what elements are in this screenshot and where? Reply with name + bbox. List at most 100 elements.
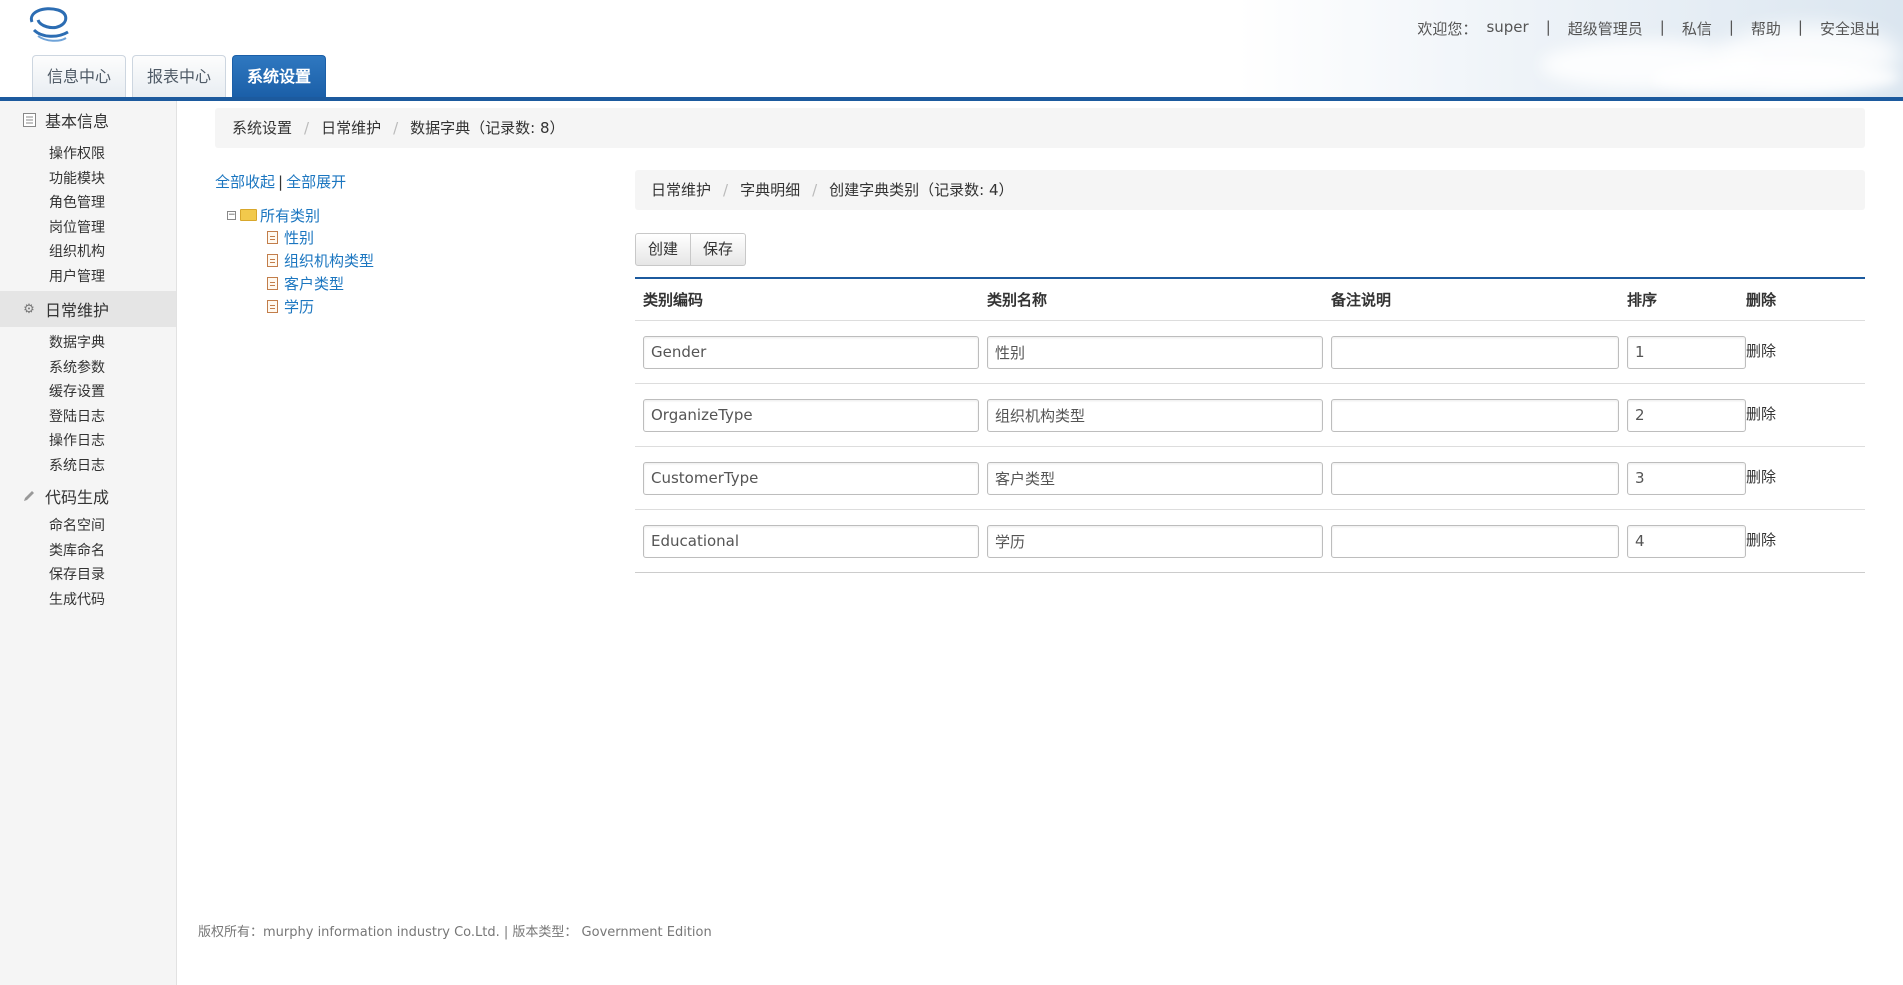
sidebar-group-basic-info[interactable]: 基本信息 bbox=[0, 102, 176, 138]
separator: | bbox=[1659, 18, 1665, 36]
name-input[interactable] bbox=[987, 524, 1323, 558]
footer-copyright: 版权所有：murphy information industry Co.Ltd.… bbox=[198, 925, 712, 940]
delete-link[interactable]: 删除 bbox=[1746, 403, 1776, 424]
messages-link[interactable]: 私信 bbox=[1673, 18, 1721, 39]
sidebar-item-users[interactable]: 用户管理 bbox=[0, 265, 176, 290]
tree-node-label[interactable]: 学历 bbox=[284, 296, 314, 317]
sidebar-item-library-naming[interactable]: 类库命名 bbox=[0, 539, 176, 564]
detail-breadcrumb: 日常维护 / 字典明细 / 创建字典类别（记录数: 4） bbox=[635, 170, 1865, 210]
document-icon bbox=[267, 300, 278, 313]
column-header-remark: 备注说明 bbox=[1331, 291, 1392, 309]
logo-icon[interactable] bbox=[24, 4, 74, 46]
tab-system-settings[interactable]: 系统设置 bbox=[232, 55, 327, 97]
breadcrumb-item[interactable]: 字典明细 bbox=[740, 181, 800, 199]
sidebar: 基本信息 操作权限 功能模块 角色管理 岗位管理 组织机构 用户管理 ⚙ 日常维… bbox=[0, 101, 177, 985]
sidebar-group-label: 代码生成 bbox=[45, 488, 110, 507]
tab-report-center[interactable]: 报表中心 bbox=[132, 55, 227, 97]
order-input[interactable] bbox=[1627, 461, 1746, 495]
gear-icon: ⚙ bbox=[23, 301, 35, 317]
create-button[interactable]: 创建 bbox=[635, 233, 692, 266]
breadcrumb: 系统设置 / 日常维护 / 数据字典（记录数: 8） bbox=[215, 108, 1865, 148]
name-input[interactable] bbox=[987, 335, 1323, 369]
code-input[interactable] bbox=[643, 398, 979, 432]
sidebar-item-login-log[interactable]: 登陆日志 bbox=[0, 405, 176, 430]
main-content: 系统设置 / 日常维护 / 数据字典（记录数: 8） 全部收起 | 全部展开 − 所有类别 … bbox=[177, 101, 1903, 985]
tree-node[interactable]: 客户类型 bbox=[267, 272, 595, 295]
sidebar-item-system-log[interactable]: 系统日志 bbox=[0, 454, 176, 479]
tree-root-label[interactable]: 所有类别 bbox=[260, 205, 320, 226]
remark-input[interactable] bbox=[1331, 461, 1619, 495]
remark-input[interactable] bbox=[1331, 398, 1619, 432]
code-input[interactable] bbox=[643, 461, 979, 495]
welcome-label: 欢迎您： bbox=[1417, 20, 1478, 38]
logout-link[interactable]: 安全退出 bbox=[1811, 18, 1889, 39]
sidebar-item-save-directory[interactable]: 保存目录 bbox=[0, 563, 176, 588]
sidebar-item-cache-settings[interactable]: 缓存设置 bbox=[0, 380, 176, 405]
sidebar-item-modules[interactable]: 功能模块 bbox=[0, 167, 176, 192]
expand-all-link[interactable]: 全部展开 bbox=[286, 173, 346, 191]
code-input[interactable] bbox=[643, 335, 979, 369]
breadcrumb-item[interactable]: 系统设置 bbox=[232, 119, 292, 137]
order-input[interactable] bbox=[1627, 335, 1746, 369]
breadcrumb-current: 数据字典（记录数: 8） bbox=[410, 119, 565, 137]
sidebar-item-positions[interactable]: 岗位管理 bbox=[0, 216, 176, 241]
sidebar-group-daily-maintenance[interactable]: ⚙ 日常维护 bbox=[0, 291, 176, 327]
grid-header: 类别编码 类别名称 备注说明 排序 删除 bbox=[635, 279, 1865, 321]
sidebar-item-roles[interactable]: 角色管理 bbox=[0, 191, 176, 216]
category-tree: 全部收起 | 全部展开 − 所有类别 性别 组织机构类型 客户类型 学历 bbox=[215, 171, 595, 318]
delete-link[interactable]: 删除 bbox=[1746, 466, 1776, 487]
dictionary-grid: 类别编码 类别名称 备注说明 排序 删除 删除 删除 删除 bbox=[635, 277, 1865, 573]
sidebar-item-data-dictionary[interactable]: 数据字典 bbox=[0, 331, 176, 356]
help-link[interactable]: 帮助 bbox=[1742, 18, 1790, 39]
list-icon bbox=[22, 113, 36, 127]
column-header-name: 类别名称 bbox=[987, 291, 1048, 309]
tree-node[interactable]: 组织机构类型 bbox=[267, 249, 595, 272]
tree-node[interactable]: 性别 bbox=[267, 226, 595, 249]
sidebar-item-organizations[interactable]: 组织机构 bbox=[0, 240, 176, 265]
name-input[interactable] bbox=[987, 398, 1323, 432]
header: 欢迎您： super | 超级管理员 | 私信 | 帮助 | 安全退出 信息中心… bbox=[0, 0, 1903, 101]
breadcrumb-item[interactable]: 日常维护 bbox=[651, 181, 711, 199]
column-header-code: 类别编码 bbox=[643, 291, 704, 309]
table-row: 删除 bbox=[635, 384, 1865, 447]
username[interactable]: super bbox=[1486, 18, 1537, 39]
sidebar-item-system-params[interactable]: 系统参数 bbox=[0, 356, 176, 381]
tree-controls: 全部收起 | 全部展开 bbox=[215, 173, 347, 191]
breadcrumb-item[interactable]: 日常维护 bbox=[321, 119, 381, 137]
role-link[interactable]: 超级管理员 bbox=[1559, 18, 1652, 39]
table-row: 删除 bbox=[635, 321, 1865, 384]
folder-icon bbox=[240, 209, 257, 221]
delete-link[interactable]: 删除 bbox=[1746, 340, 1776, 361]
order-input[interactable] bbox=[1627, 398, 1746, 432]
sidebar-item-permissions[interactable]: 操作权限 bbox=[0, 142, 176, 167]
table-row: 删除 bbox=[635, 447, 1865, 510]
collapse-toggle-icon[interactable]: − bbox=[227, 210, 236, 220]
sidebar-item-generate-code[interactable]: 生成代码 bbox=[0, 588, 176, 613]
delete-link[interactable]: 删除 bbox=[1746, 529, 1776, 550]
top-nav: 欢迎您： super | 超级管理员 | 私信 | 帮助 | 安全退出 bbox=[1408, 18, 1889, 39]
tree-node-label[interactable]: 组织机构类型 bbox=[284, 250, 374, 271]
separator: | bbox=[1728, 18, 1734, 36]
tree-node-label[interactable]: 性别 bbox=[284, 227, 314, 248]
tree-root[interactable]: − 所有类别 bbox=[227, 204, 595, 226]
save-button[interactable]: 保存 bbox=[691, 233, 747, 266]
header-cloud bbox=[1650, 60, 1900, 95]
tree-node-label[interactable]: 客户类型 bbox=[284, 273, 344, 294]
toolbar: 创建 保存 bbox=[635, 233, 747, 266]
separator: | bbox=[1797, 18, 1803, 36]
code-input[interactable] bbox=[643, 524, 979, 558]
remark-input[interactable] bbox=[1331, 335, 1619, 369]
collapse-all-link[interactable]: 全部收起 bbox=[215, 173, 275, 191]
breadcrumb-current: 创建字典类别（记录数: 4） bbox=[829, 181, 1014, 199]
sidebar-group-code-gen[interactable]: 代码生成 bbox=[0, 478, 176, 514]
document-icon bbox=[267, 277, 278, 290]
separator: | bbox=[1545, 18, 1551, 36]
order-input[interactable] bbox=[1627, 524, 1746, 558]
sidebar-item-namespace[interactable]: 命名空间 bbox=[0, 514, 176, 539]
sidebar-group-label: 基本信息 bbox=[45, 112, 110, 131]
tab-info-center[interactable]: 信息中心 bbox=[32, 55, 127, 97]
sidebar-item-operation-log[interactable]: 操作日志 bbox=[0, 429, 176, 454]
tree-node[interactable]: 学历 bbox=[267, 295, 595, 318]
remark-input[interactable] bbox=[1331, 524, 1619, 558]
name-input[interactable] bbox=[987, 461, 1323, 495]
